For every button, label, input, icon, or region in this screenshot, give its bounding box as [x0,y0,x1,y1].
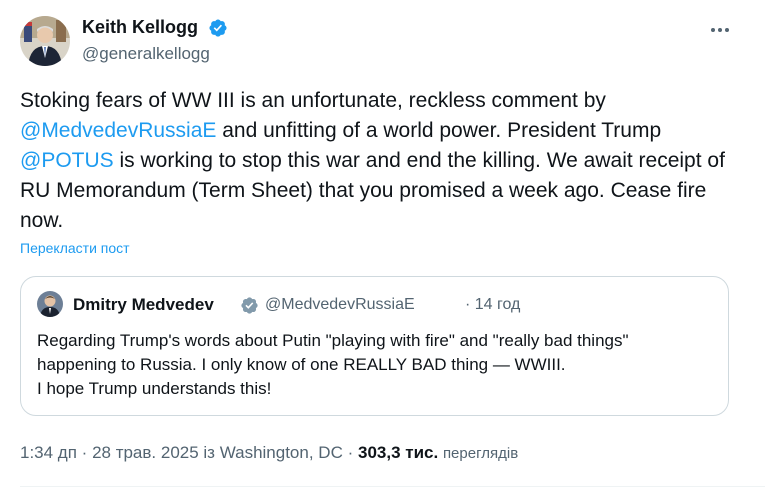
author-name[interactable]: Keith Kellogg [82,17,198,38]
post-date-location[interactable]: 28 трав. 2025 із Washington, DC [92,443,343,462]
quote-text: Regarding Trump's words about Putin "pla… [37,329,717,401]
views-label: переглядів [442,445,519,462]
quote-author-avatar[interactable] [37,291,63,317]
meta-separator: · [347,443,358,462]
quote-text-line: I hope Trump understands this! [37,379,272,398]
divider [20,486,765,487]
mention-link[interactable]: @POTUS [20,149,114,172]
views-count: 303,3 тис. [357,443,439,462]
quote-text-line: happening to Russia. I only know of one … [37,355,566,374]
post-text-part: and unfitting of a world power. Presiden… [216,119,662,142]
quote-timestamp: · 14 год [465,296,521,313]
translate-post-link[interactable]: Перекласти пост [20,240,130,256]
quoted-post[interactable]: Dmitry Medvedev @MedvedevRussiaE · 14 го… [20,276,729,416]
post-meta: 1:34 дп · 28 трав. 2025 із Washington, D… [20,443,518,463]
post-text-part: is working to stop this war and end the … [20,149,725,232]
quote-text-line: Regarding Trump's words about Putin "pla… [37,331,629,350]
quote-author-handle: @MedvedevRussiaE [265,296,415,313]
post-text-part: Stoking fears of WW III is an unfortunat… [20,89,606,112]
author-avatar[interactable] [20,16,70,66]
meta-separator: · [81,443,93,462]
more-horizontal-icon[interactable] [706,16,734,44]
verified-badge-icon[interactable] [208,18,228,38]
post: Keith Kellogg @generalkellogg Stoking fe… [0,0,765,501]
quote-author-name: Dmitry Medvedev [73,295,214,314]
post-text: Stoking fears of WW III is an unfortunat… [20,86,740,236]
author-handle[interactable]: @generalkellogg [82,44,210,64]
mention-link[interactable]: @MedvedevRussiaE [20,119,216,142]
post-time[interactable]: 1:34 дп [20,443,77,462]
quote-verified-badge-icon [241,297,258,314]
